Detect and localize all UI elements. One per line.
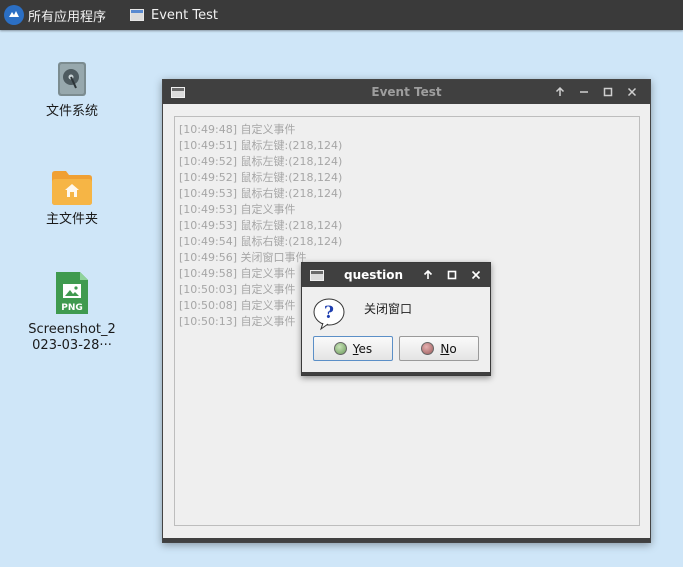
desktop-icon-label: 主文件夹 xyxy=(45,212,98,227)
window-titlebar[interactable]: Event Test xyxy=(163,80,650,104)
yes-icon xyxy=(333,342,347,355)
no-button[interactable]: No xyxy=(399,336,479,361)
log-line: [10:49:53] 鼠标右键:(218,124) xyxy=(179,187,343,200)
png-file-icon: PNG xyxy=(56,272,88,314)
dialog-keep-above-button[interactable] xyxy=(416,263,440,287)
desktop-icon-filesystem[interactable]: 文件系统 xyxy=(22,60,122,120)
dialog-title: question xyxy=(344,268,404,282)
app-menu-logo-icon xyxy=(4,5,24,25)
log-line: [10:49:51] 鼠标左键:(218,124) xyxy=(179,139,343,152)
taskbar-item-event-test[interactable]: Event Test xyxy=(122,0,226,30)
png-badge: PNG xyxy=(61,303,83,313)
log-line: [10:49:52] 鼠标左键:(218,124) xyxy=(179,171,343,184)
taskbar-item-label: Event Test xyxy=(151,7,218,23)
taskbar: 所有应用程序 Event Test xyxy=(0,0,683,30)
yes-button-label: Yes xyxy=(352,341,373,356)
dialog-maximize-button[interactable] xyxy=(440,263,464,287)
no-button-label: No xyxy=(440,341,457,356)
yes-button[interactable]: Yes xyxy=(313,336,393,361)
log-line: [10:49:54] 鼠标右键:(218,124) xyxy=(179,235,343,248)
dialog-close-button[interactable] xyxy=(464,263,488,287)
question-dialog: question ? 关闭窗口 Yes No xyxy=(301,262,491,376)
applications-menu-label: 所有应用程序 xyxy=(28,9,107,25)
close-button[interactable] xyxy=(620,80,644,104)
log-line: [10:49:53] 自定义事件 xyxy=(179,203,296,216)
maximize-icon xyxy=(447,270,457,280)
svg-text:?: ? xyxy=(324,303,334,323)
question-icon: ? xyxy=(313,298,345,331)
window-bottom-border xyxy=(163,538,650,542)
arrow-up-icon xyxy=(423,270,433,279)
desktop-icon-screenshot[interactable]: PNG Screenshot_2 023-03-28··· xyxy=(22,270,122,354)
keep-above-button[interactable] xyxy=(548,80,572,104)
desktop-icon-label: 文件系统 xyxy=(45,104,98,119)
close-icon xyxy=(627,87,637,97)
dialog-message: 关闭窗口 xyxy=(364,302,413,316)
arrow-up-icon xyxy=(555,87,565,96)
filesystem-icon xyxy=(58,62,86,96)
minimize-icon xyxy=(580,91,588,93)
dialog-titlebar[interactable]: question xyxy=(302,263,490,287)
desktop-icon-label: Screenshot_2 023-03-28··· xyxy=(28,322,116,353)
desktop-icon-home-folder[interactable]: 主文件夹 xyxy=(22,168,122,228)
minimize-button[interactable] xyxy=(572,80,596,104)
log-line: [10:49:53] 鼠标左键:(218,124) xyxy=(179,219,343,232)
close-icon xyxy=(471,270,481,280)
no-icon xyxy=(421,342,435,355)
dialog-bottom-border xyxy=(302,372,490,375)
window-icon xyxy=(130,9,145,21)
applications-menu-button[interactable]: 所有应用程序 xyxy=(0,0,114,30)
maximize-icon xyxy=(603,87,613,97)
home-folder-icon xyxy=(52,171,92,205)
window-icon xyxy=(310,269,324,281)
log-line: [10:49:48] 自定义事件 xyxy=(179,123,296,136)
maximize-button[interactable] xyxy=(596,80,620,104)
log-line: [10:49:52] 鼠标左键:(218,124) xyxy=(179,155,343,168)
